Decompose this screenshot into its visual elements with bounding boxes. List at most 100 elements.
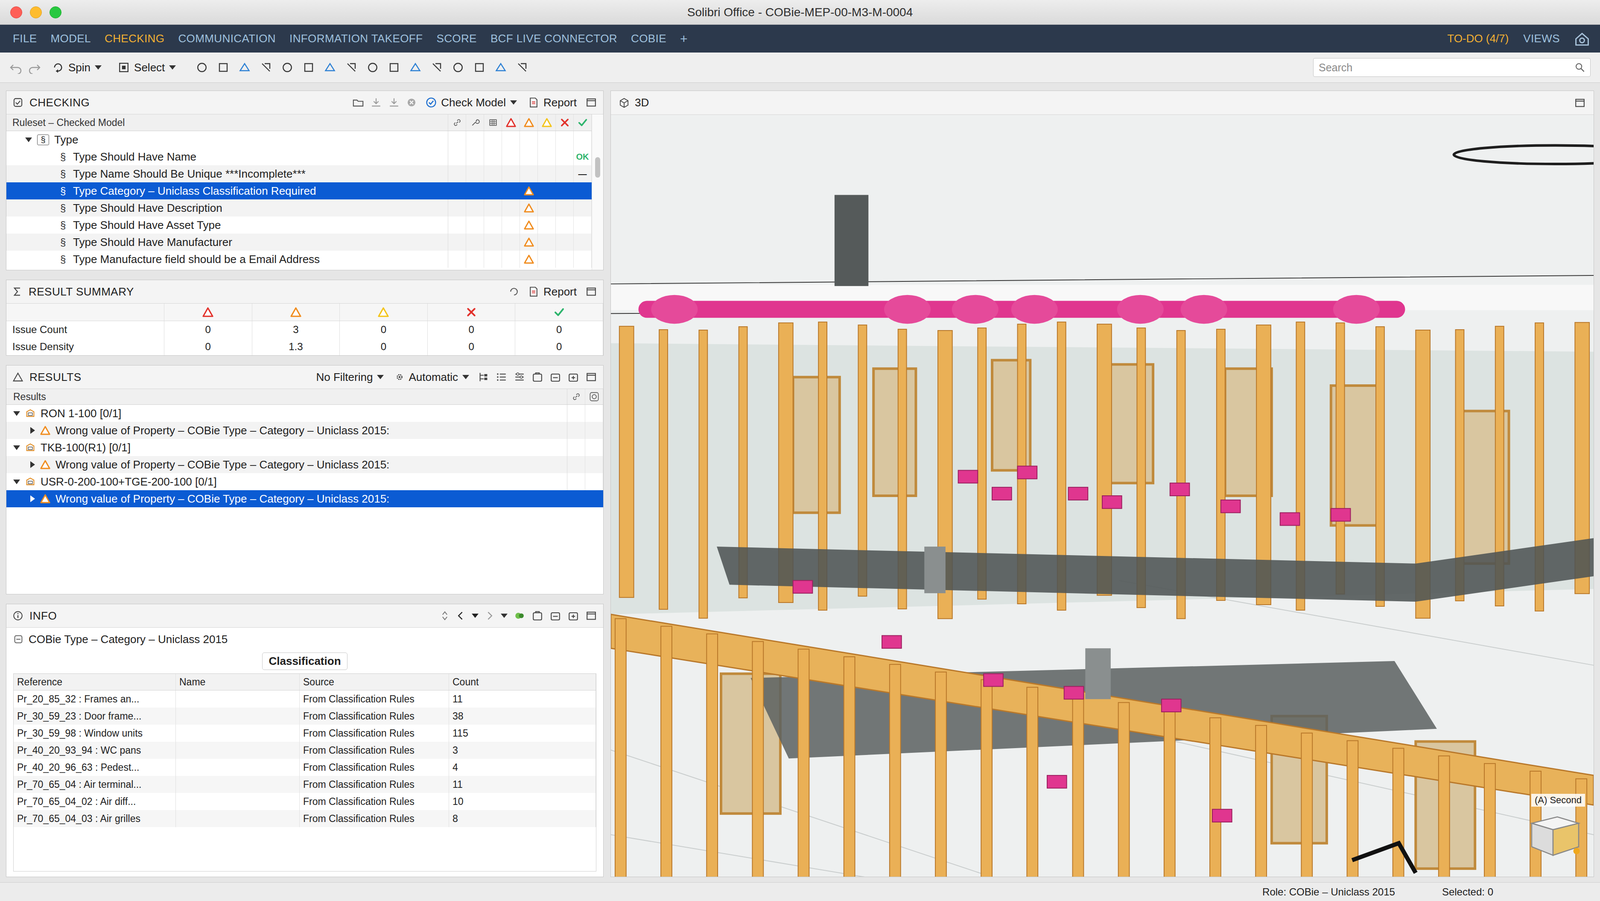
check-model-button[interactable]: Check Model [423,96,520,110]
minimize-icon[interactable] [29,6,42,19]
menu-tab[interactable]: MODEL [50,32,91,46]
add-presentation-icon[interactable] [531,370,544,383]
expand-icon[interactable] [13,479,21,485]
open-ruleset-icon[interactable] [352,96,365,109]
stop-icon[interactable] [405,96,418,109]
classification-row[interactable]: Pr_70_65_04_03 : Air grillesFrom Classif… [13,809,596,827]
view-navigator[interactable]: (A) Second [1521,793,1586,860]
add-tab-button[interactable]: + [680,31,688,47]
back-icon[interactable] [455,610,466,622]
slide-icon[interactable] [567,609,580,622]
measure-icon[interactable] [451,61,465,74]
rule-row[interactable]: §Type Name Should Be Unique ***Incomplet… [6,165,592,183]
classification-row[interactable]: Pr_30_59_23 : Door frame...From Classifi… [13,707,596,725]
rule-row[interactable]: §Type Should Have Description [6,199,592,217]
rule-row[interactable]: §Type Should Have Asset Type [6,216,592,234]
marker-icon[interactable] [472,61,486,74]
list-view-icon[interactable] [495,370,508,383]
undo-icon[interactable] [9,61,23,74]
tree-view-icon[interactable] [477,370,490,383]
classification-row[interactable]: Pr_70_65_04 : Air terminal...From Classi… [13,775,596,793]
menu-tab[interactable]: SCORE [436,32,477,46]
classification-row[interactable]: Pr_40_20_93_94 : WC pansFrom Classificat… [13,741,596,759]
report-button[interactable]: Report [525,96,580,110]
expand-icon[interactable] [30,461,36,468]
slice-icon[interactable] [344,61,358,74]
issue-row[interactable]: Wrong value of Property – COBie Type – C… [6,455,604,473]
rule-row[interactable]: §Type Should Have Manufacturer [6,233,592,251]
settings-list-icon[interactable] [513,370,526,383]
isolate-icon[interactable] [216,61,230,74]
menu-tab[interactable]: CHECKING [104,32,165,46]
forward-dropdown-icon[interactable] [500,613,508,618]
info-settings-icon[interactable] [513,609,526,622]
visibility-icon[interactable] [280,61,294,74]
info-tab[interactable]: Classification [262,652,348,670]
classification-row[interactable]: Pr_40_20_96_63 : Pedest...From Classific… [13,758,596,776]
menu-tab[interactable]: FILE [12,32,38,46]
section-icon[interactable] [323,61,337,74]
rule-row[interactable]: §Type Category – Uniclass Classification… [6,182,592,200]
expand-icon[interactable] [13,445,21,450]
zoom-select-icon[interactable] [430,61,444,74]
hide-icon[interactable] [195,61,209,74]
classification-row[interactable]: Pr_70_65_04_02 : Air diff...From Classif… [13,792,596,810]
mode-dropdown[interactable]: Automatic [392,370,472,384]
maximize-icon[interactable] [585,285,598,298]
classification-row[interactable]: Pr_20_85_32 : Frames an...From Classific… [13,690,596,708]
filter-dropdown[interactable]: No Filtering [313,370,387,384]
rule-row[interactable]: §Type Manufacture field should be a Emai… [6,250,592,268]
layers-icon[interactable] [515,61,529,74]
home-icon[interactable] [1574,31,1590,47]
views-button[interactable]: VIEWS [1523,32,1560,46]
classification-row[interactable]: Pr_30_59_98 : Window unitsFrom Classific… [13,724,596,742]
todo-button[interactable]: TO-DO (4/7) [1447,32,1509,46]
zoom-icon[interactable] [49,6,62,19]
maximize-icon[interactable] [585,609,598,622]
spin-button[interactable]: Spin [46,59,107,76]
redo-icon[interactable] [28,61,41,74]
select-button[interactable]: Select [112,59,182,76]
report-button[interactable]: Report [525,285,580,299]
expand-icon[interactable] [30,426,36,434]
rule-group-row[interactable]: §Type [6,131,592,149]
expand-icon[interactable] [25,137,33,143]
add-presentation-icon[interactable] [531,609,544,622]
rule-row[interactable]: §Type Should Have NameOK [6,148,592,166]
maximize-icon[interactable] [585,370,598,383]
refresh-icon[interactable] [508,286,520,298]
search-field[interactable]: Search [1313,58,1591,77]
slide-icon[interactable] [567,370,580,383]
save-as-icon[interactable] [388,96,400,109]
maximize-icon[interactable] [1573,96,1586,109]
save-icon[interactable] [370,96,383,109]
scrollbar[interactable] [591,114,604,270]
expand-icon[interactable] [13,411,21,416]
update-presentation-icon[interactable] [549,609,562,622]
result-group-row[interactable]: TKB-100(R1) [0/1] [6,438,604,456]
maximize-icon[interactable] [585,96,598,109]
zoom-in-icon[interactable] [366,61,380,74]
navigation-cube-icon[interactable] [1521,808,1586,860]
3d-canvas[interactable]: (A) Second [610,114,1594,877]
box-icon[interactable] [302,61,316,74]
color-icon[interactable] [259,61,273,74]
floor-plan-icon[interactable] [494,61,508,74]
zoom-out-icon[interactable] [387,61,401,74]
menu-tab[interactable]: COMMUNICATION [178,32,276,46]
forward-icon[interactable] [484,610,495,622]
menu-tab[interactable]: BCF LIVE CONNECTOR [490,32,618,46]
zoom-extent-icon[interactable] [408,61,422,74]
menu-tab[interactable]: COBIE [630,32,667,46]
expand-icon[interactable] [30,495,36,503]
result-group-row[interactable]: RON 1-100 [0/1] [6,404,604,422]
result-group-row[interactable]: USR-0-200-100+TGE-200-100 [0/1] [6,472,604,491]
close-icon[interactable] [10,6,23,19]
sort-icon[interactable] [440,610,450,622]
issue-row[interactable]: Wrong value of Property – COBie Type – C… [6,490,604,508]
issue-row[interactable]: Wrong value of Property – COBie Type – C… [6,421,604,439]
transparent-icon[interactable] [238,61,252,74]
history-dropdown-icon[interactable] [471,613,479,618]
update-presentation-icon[interactable] [549,370,562,383]
menu-tab[interactable]: INFORMATION TAKEOFF [289,32,423,46]
